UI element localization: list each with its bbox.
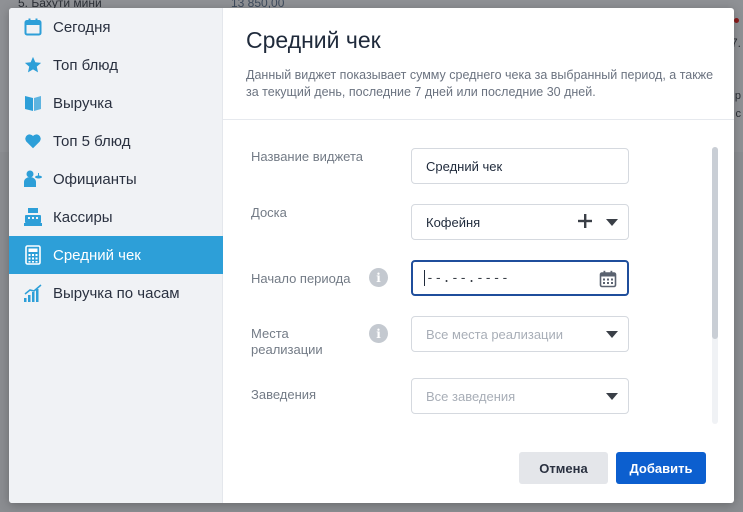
background-indicator-dot <box>734 18 739 23</box>
widget-name-input[interactable]: Средний чек <box>411 148 629 184</box>
sidebar-item-label: Сегодня <box>53 18 111 36</box>
board-value: Кофейня <box>426 214 481 230</box>
page-title: Средний чек <box>246 27 381 53</box>
info-icon[interactable]: i <box>369 268 388 287</box>
star-icon <box>23 55 43 75</box>
background-fragment: с <box>735 108 742 120</box>
book-icon <box>23 93 43 113</box>
background-fragment: р <box>734 90 741 102</box>
sidebar-item-average-check[interactable]: Средний чек <box>9 236 223 274</box>
sidebar-item-label: Выручка <box>53 94 113 112</box>
places-label-line-2: реализации <box>251 342 323 357</box>
widget-description: Данный виджет показывает сумму среднего … <box>246 68 714 99</box>
period-start-label: Начало периода <box>251 271 351 286</box>
sidebar-item-label: Кассиры <box>53 208 113 226</box>
bar-chart-icon <box>23 283 43 303</box>
venues-label: Заведения <box>251 387 317 402</box>
info-icon[interactable]: i <box>369 324 388 343</box>
widget-name-value: Средний чек <box>426 158 503 174</box>
widget-settings-panel: Средний чек Данный виджет показывает сум… <box>223 8 734 503</box>
sidebar-item-label: Топ блюд <box>53 56 118 74</box>
calculator-icon <box>23 245 43 265</box>
places-select[interactable]: Все места реализации <box>411 316 629 352</box>
sidebar-item-revenue-by-hour[interactable]: Выручка по часам <box>9 274 223 312</box>
venues-placeholder: Все заведения <box>426 388 516 404</box>
cancel-button[interactable]: Отмена <box>519 452 608 484</box>
sidebar-item-label: Средний чек <box>53 246 141 264</box>
heart-icon <box>23 131 43 151</box>
widget-name-label: Название виджета <box>251 149 363 164</box>
add-widget-modal: Сегодня Топ блюд Выручка Топ 5 блюд Офиц… <box>9 8 734 503</box>
add-button[interactable]: Добавить <box>616 452 706 484</box>
sidebar-item-waiters[interactable]: Официанты <box>9 160 223 198</box>
places-label-line-1: Места <box>251 326 289 341</box>
sidebar-item-top-5-dishes[interactable]: Топ 5 блюд <box>9 122 223 160</box>
date-mask: --.--.---- <box>426 270 510 286</box>
chevron-down-icon[interactable] <box>606 331 618 338</box>
divider <box>223 119 734 120</box>
waiter-icon <box>23 169 43 189</box>
board-label: Доска <box>251 205 287 220</box>
places-label: Места реализации <box>251 326 323 358</box>
sidebar-item-top-dishes[interactable]: Топ блюд <box>9 46 223 84</box>
chevron-down-icon[interactable] <box>606 219 618 226</box>
sidebar-item-cashiers[interactable]: Кассиры <box>9 198 223 236</box>
period-start-date-input[interactable]: --.--.---- <box>411 260 629 296</box>
sidebar-item-label: Выручка по часам <box>53 284 180 302</box>
text-cursor <box>424 270 425 286</box>
board-select[interactable]: Кофейня <box>411 204 629 240</box>
scrollbar-thumb[interactable] <box>712 147 718 339</box>
sidebar-item-today[interactable]: Сегодня <box>9 8 223 46</box>
sidebar-item-label: Официанты <box>53 170 137 188</box>
sidebar-item-label: Топ 5 блюд <box>53 132 131 150</box>
cash-register-icon <box>23 207 43 227</box>
calendar-picker-icon[interactable] <box>599 270 617 291</box>
widget-type-sidebar: Сегодня Топ блюд Выручка Топ 5 блюд Офиц… <box>9 8 223 503</box>
chevron-down-icon[interactable] <box>606 393 618 400</box>
places-placeholder: Все места реализации <box>426 326 564 342</box>
venues-select[interactable]: Все заведения <box>411 378 629 414</box>
sidebar-item-revenue[interactable]: Выручка <box>9 84 223 122</box>
add-board-icon[interactable] <box>578 213 592 231</box>
calendar-icon <box>23 17 43 37</box>
